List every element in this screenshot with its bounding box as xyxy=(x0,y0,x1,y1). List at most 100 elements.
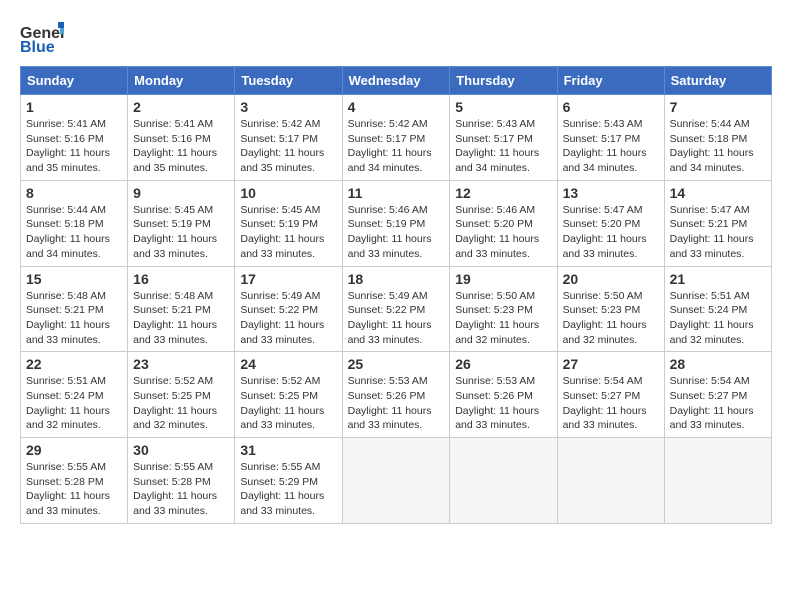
day-info: Sunrise: 5:52 AMSunset: 5:25 PMDaylight:… xyxy=(133,374,229,433)
calendar-cell xyxy=(664,438,771,524)
day-info: Sunrise: 5:55 AMSunset: 5:29 PMDaylight:… xyxy=(240,460,336,519)
day-number: 26 xyxy=(455,356,551,372)
calendar-cell: 3 Sunrise: 5:42 AMSunset: 5:17 PMDayligh… xyxy=(235,95,342,181)
day-info: Sunrise: 5:54 AMSunset: 5:27 PMDaylight:… xyxy=(563,374,659,433)
calendar-week-1: 1 Sunrise: 5:41 AMSunset: 5:16 PMDayligh… xyxy=(21,95,772,181)
calendar-cell: 20 Sunrise: 5:50 AMSunset: 5:23 PMDaylig… xyxy=(557,266,664,352)
day-number: 19 xyxy=(455,271,551,287)
day-info: Sunrise: 5:52 AMSunset: 5:25 PMDaylight:… xyxy=(240,374,336,433)
calendar-cell xyxy=(342,438,450,524)
day-number: 31 xyxy=(240,442,336,458)
calendar-cell: 8 Sunrise: 5:44 AMSunset: 5:18 PMDayligh… xyxy=(21,180,128,266)
svg-text:Blue: Blue xyxy=(20,39,55,56)
day-info: Sunrise: 5:49 AMSunset: 5:22 PMDaylight:… xyxy=(348,289,445,348)
day-info: Sunrise: 5:43 AMSunset: 5:17 PMDaylight:… xyxy=(563,117,659,176)
calendar-cell: 9 Sunrise: 5:45 AMSunset: 5:19 PMDayligh… xyxy=(128,180,235,266)
day-number: 28 xyxy=(670,356,766,372)
calendar-cell: 21 Sunrise: 5:51 AMSunset: 5:24 PMDaylig… xyxy=(664,266,771,352)
column-header-wednesday: Wednesday xyxy=(342,67,450,95)
calendar-week-5: 29 Sunrise: 5:55 AMSunset: 5:28 PMDaylig… xyxy=(21,438,772,524)
calendar-cell: 10 Sunrise: 5:45 AMSunset: 5:19 PMDaylig… xyxy=(235,180,342,266)
day-number: 1 xyxy=(26,99,122,115)
day-info: Sunrise: 5:54 AMSunset: 5:27 PMDaylight:… xyxy=(670,374,766,433)
day-info: Sunrise: 5:51 AMSunset: 5:24 PMDaylight:… xyxy=(26,374,122,433)
day-number: 8 xyxy=(26,185,122,201)
column-header-tuesday: Tuesday xyxy=(235,67,342,95)
day-number: 23 xyxy=(133,356,229,372)
day-info: Sunrise: 5:55 AMSunset: 5:28 PMDaylight:… xyxy=(133,460,229,519)
page-header: General Blue xyxy=(20,20,772,56)
day-info: Sunrise: 5:41 AMSunset: 5:16 PMDaylight:… xyxy=(26,117,122,176)
calendar-table: SundayMondayTuesdayWednesdayThursdayFrid… xyxy=(20,66,772,524)
calendar-cell: 19 Sunrise: 5:50 AMSunset: 5:23 PMDaylig… xyxy=(450,266,557,352)
day-number: 11 xyxy=(348,185,445,201)
calendar-cell: 5 Sunrise: 5:43 AMSunset: 5:17 PMDayligh… xyxy=(450,95,557,181)
calendar-cell: 6 Sunrise: 5:43 AMSunset: 5:17 PMDayligh… xyxy=(557,95,664,181)
day-info: Sunrise: 5:53 AMSunset: 5:26 PMDaylight:… xyxy=(348,374,445,433)
day-info: Sunrise: 5:47 AMSunset: 5:20 PMDaylight:… xyxy=(563,203,659,262)
day-number: 27 xyxy=(563,356,659,372)
day-info: Sunrise: 5:50 AMSunset: 5:23 PMDaylight:… xyxy=(455,289,551,348)
calendar-cell: 28 Sunrise: 5:54 AMSunset: 5:27 PMDaylig… xyxy=(664,352,771,438)
day-number: 22 xyxy=(26,356,122,372)
calendar-week-4: 22 Sunrise: 5:51 AMSunset: 5:24 PMDaylig… xyxy=(21,352,772,438)
calendar-cell: 30 Sunrise: 5:55 AMSunset: 5:28 PMDaylig… xyxy=(128,438,235,524)
calendar-cell: 14 Sunrise: 5:47 AMSunset: 5:21 PMDaylig… xyxy=(664,180,771,266)
day-number: 20 xyxy=(563,271,659,287)
day-info: Sunrise: 5:47 AMSunset: 5:21 PMDaylight:… xyxy=(670,203,766,262)
calendar-cell: 24 Sunrise: 5:52 AMSunset: 5:25 PMDaylig… xyxy=(235,352,342,438)
day-info: Sunrise: 5:45 AMSunset: 5:19 PMDaylight:… xyxy=(240,203,336,262)
day-info: Sunrise: 5:55 AMSunset: 5:28 PMDaylight:… xyxy=(26,460,122,519)
calendar-cell xyxy=(450,438,557,524)
calendar-week-2: 8 Sunrise: 5:44 AMSunset: 5:18 PMDayligh… xyxy=(21,180,772,266)
column-header-monday: Monday xyxy=(128,67,235,95)
calendar-week-3: 15 Sunrise: 5:48 AMSunset: 5:21 PMDaylig… xyxy=(21,266,772,352)
day-info: Sunrise: 5:45 AMSunset: 5:19 PMDaylight:… xyxy=(133,203,229,262)
day-info: Sunrise: 5:48 AMSunset: 5:21 PMDaylight:… xyxy=(26,289,122,348)
calendar-cell: 12 Sunrise: 5:46 AMSunset: 5:20 PMDaylig… xyxy=(450,180,557,266)
calendar-cell: 29 Sunrise: 5:55 AMSunset: 5:28 PMDaylig… xyxy=(21,438,128,524)
logo: General Blue xyxy=(20,20,64,56)
day-info: Sunrise: 5:43 AMSunset: 5:17 PMDaylight:… xyxy=(455,117,551,176)
day-number: 12 xyxy=(455,185,551,201)
calendar-header-row: SundayMondayTuesdayWednesdayThursdayFrid… xyxy=(21,67,772,95)
day-info: Sunrise: 5:49 AMSunset: 5:22 PMDaylight:… xyxy=(240,289,336,348)
day-info: Sunrise: 5:44 AMSunset: 5:18 PMDaylight:… xyxy=(26,203,122,262)
calendar-cell: 25 Sunrise: 5:53 AMSunset: 5:26 PMDaylig… xyxy=(342,352,450,438)
day-info: Sunrise: 5:42 AMSunset: 5:17 PMDaylight:… xyxy=(240,117,336,176)
column-header-sunday: Sunday xyxy=(21,67,128,95)
day-number: 2 xyxy=(133,99,229,115)
day-info: Sunrise: 5:42 AMSunset: 5:17 PMDaylight:… xyxy=(348,117,445,176)
day-info: Sunrise: 5:53 AMSunset: 5:26 PMDaylight:… xyxy=(455,374,551,433)
calendar-cell: 1 Sunrise: 5:41 AMSunset: 5:16 PMDayligh… xyxy=(21,95,128,181)
calendar-cell: 23 Sunrise: 5:52 AMSunset: 5:25 PMDaylig… xyxy=(128,352,235,438)
day-info: Sunrise: 5:44 AMSunset: 5:18 PMDaylight:… xyxy=(670,117,766,176)
day-info: Sunrise: 5:46 AMSunset: 5:19 PMDaylight:… xyxy=(348,203,445,262)
calendar-cell: 22 Sunrise: 5:51 AMSunset: 5:24 PMDaylig… xyxy=(21,352,128,438)
day-number: 10 xyxy=(240,185,336,201)
calendar-cell: 27 Sunrise: 5:54 AMSunset: 5:27 PMDaylig… xyxy=(557,352,664,438)
calendar-cell: 17 Sunrise: 5:49 AMSunset: 5:22 PMDaylig… xyxy=(235,266,342,352)
day-info: Sunrise: 5:51 AMSunset: 5:24 PMDaylight:… xyxy=(670,289,766,348)
day-info: Sunrise: 5:48 AMSunset: 5:21 PMDaylight:… xyxy=(133,289,229,348)
calendar-cell: 4 Sunrise: 5:42 AMSunset: 5:17 PMDayligh… xyxy=(342,95,450,181)
day-info: Sunrise: 5:50 AMSunset: 5:23 PMDaylight:… xyxy=(563,289,659,348)
day-number: 21 xyxy=(670,271,766,287)
day-number: 14 xyxy=(670,185,766,201)
day-number: 25 xyxy=(348,356,445,372)
calendar-cell: 31 Sunrise: 5:55 AMSunset: 5:29 PMDaylig… xyxy=(235,438,342,524)
day-number: 13 xyxy=(563,185,659,201)
calendar-cell: 26 Sunrise: 5:53 AMSunset: 5:26 PMDaylig… xyxy=(450,352,557,438)
day-number: 4 xyxy=(348,99,445,115)
column-header-friday: Friday xyxy=(557,67,664,95)
calendar-cell: 18 Sunrise: 5:49 AMSunset: 5:22 PMDaylig… xyxy=(342,266,450,352)
calendar-cell xyxy=(557,438,664,524)
day-number: 5 xyxy=(455,99,551,115)
calendar-cell: 15 Sunrise: 5:48 AMSunset: 5:21 PMDaylig… xyxy=(21,266,128,352)
day-number: 18 xyxy=(348,271,445,287)
day-number: 29 xyxy=(26,442,122,458)
day-number: 30 xyxy=(133,442,229,458)
column-header-saturday: Saturday xyxy=(664,67,771,95)
column-header-thursday: Thursday xyxy=(450,67,557,95)
calendar-cell: 11 Sunrise: 5:46 AMSunset: 5:19 PMDaylig… xyxy=(342,180,450,266)
